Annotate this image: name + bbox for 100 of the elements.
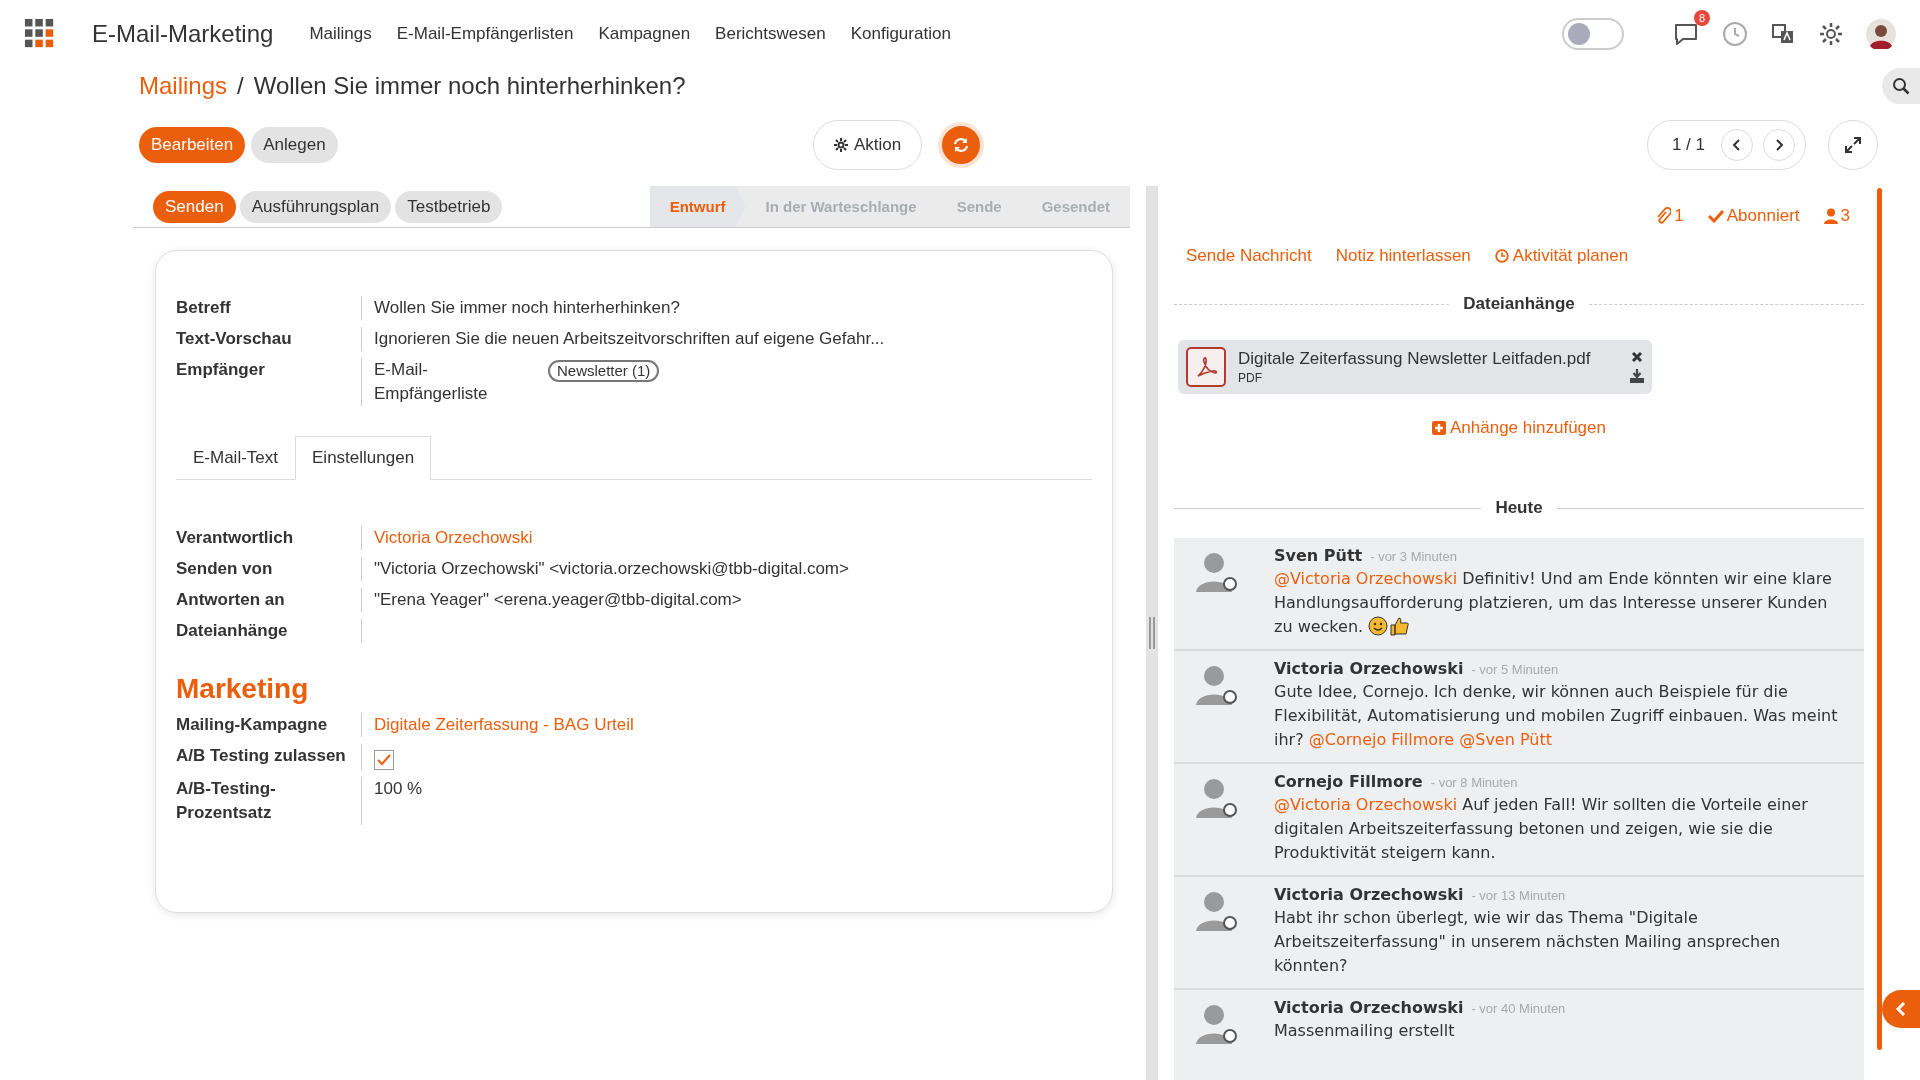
zoom-tab[interactable]	[1882, 68, 1920, 104]
status-button[interactable]: Ausführungsplan	[239, 190, 392, 223]
field-value: "Victoria Orzechowski" <victoria.orzechowski@tbb-digital.com>	[374, 558, 849, 580]
recipient-tag[interactable]: Newsletter (1)	[548, 360, 660, 382]
next-button[interactable]	[1763, 129, 1795, 161]
plus-icon	[1432, 421, 1446, 435]
field-value: "Erena Yeager" <erena.yeager@tbb-digital.com>	[374, 589, 742, 611]
menu-item[interactable]: E-Mail-Empfängerlisten	[396, 24, 574, 44]
create-button[interactable]: Anlegen	[251, 127, 338, 163]
clock-icon	[1494, 249, 1509, 263]
gear-icon	[834, 138, 848, 152]
close-icon[interactable]	[1631, 351, 1643, 363]
menu-item[interactable]: Mailings	[309, 24, 372, 44]
subscribe-toggle[interactable]: Abonniert	[1707, 206, 1800, 226]
follower-count[interactable]: 3	[1823, 206, 1850, 226]
field-link[interactable]: Digitale Zeiterfassung - BAG Urteil	[374, 713, 634, 737]
person-icon	[1823, 208, 1838, 224]
breadcrumb-separator: /	[237, 72, 244, 100]
apps-grid-icon[interactable]	[24, 18, 56, 50]
message-time: - vor 8 Minuten	[1430, 775, 1518, 790]
refresh-button[interactable]	[938, 122, 985, 168]
status-stage[interactable]: Entwurf	[649, 186, 746, 227]
pager-counter: 1 / 1	[1671, 135, 1705, 155]
field-label: Empfänger	[176, 358, 362, 406]
mention-link[interactable]: @Sven Pütt	[1459, 730, 1552, 749]
action-button[interactable]: Aktion	[813, 120, 923, 170]
field-value: E-Mail-Empfängerliste	[374, 359, 489, 405]
menu-item[interactable]: Konfiguration	[850, 24, 951, 44]
message-author: Victoria Orzechowski	[1274, 998, 1464, 1017]
expand-button[interactable]	[1828, 120, 1878, 170]
search-icon	[1892, 77, 1910, 95]
expand-icon	[1845, 137, 1861, 153]
breadcrumb-link[interactable]: Mailings	[139, 72, 228, 100]
chevron-left-icon	[1732, 139, 1742, 151]
message-author: Victoria Orzechowski	[1274, 659, 1464, 678]
chevron-left-icon	[1895, 1002, 1907, 1016]
status-stage[interactable]: Gesendet	[1021, 186, 1130, 227]
form-tab[interactable]: Einstellungen	[295, 436, 432, 480]
edit-button[interactable]: Bearbeiten	[139, 127, 246, 163]
message-text: Habt ihr schon überlegt, wie wir das Thema "Digitale Arbeitszeiterfassung" in unserem nächsten Mailing ansprechen könnten?	[1274, 907, 1782, 977]
status-button[interactable]: Testbetrieb	[395, 190, 503, 223]
chatter-action[interactable]: Notiz hinterlassen	[1335, 246, 1471, 266]
refresh-icon	[952, 136, 971, 154]
field-link[interactable]: Victoria Orzechowski	[374, 526, 533, 550]
field-value: Ignorieren Sie die neuen Arbeitszeitvorschriften auf eigene Gefahr...	[374, 328, 885, 350]
menu-item[interactable]: Kampagnen	[598, 24, 691, 44]
message-time: - vor 13 Minuten	[1471, 888, 1566, 903]
message-time: - vor 3 Minuten	[1370, 549, 1457, 564]
section-heading: Heute	[1495, 498, 1543, 518]
field-label: Text-Vorschau	[176, 327, 362, 351]
message-author: Sven Pütt	[1274, 546, 1363, 565]
attachment-count[interactable]: 1	[1655, 206, 1684, 226]
collapse-button[interactable]	[1882, 990, 1920, 1028]
menu-item[interactable]: Berichtswesen	[715, 24, 826, 44]
previous-button[interactable]	[1721, 129, 1753, 161]
message-time: - vor 5 Minuten	[1471, 662, 1559, 677]
settings-icon[interactable]	[1818, 21, 1844, 47]
message-author: Victoria Orzechowski	[1274, 885, 1464, 904]
field-value: Wollen Sie immer noch hinterherhinken?	[374, 297, 680, 319]
field-label: Betreff	[176, 296, 362, 320]
page-title: Wollen Sie immer noch hinterherhinken?	[253, 72, 686, 100]
section-heading: Marketing	[176, 673, 310, 705]
chatter-action[interactable]: Aktivität planen	[1494, 246, 1629, 266]
message-text: @Victoria Orzechowski Definitiv! Und am Ende könnten wir eine klare Handlungsaufforderung platzieren, um das Interesse unserer Kunden zu wecken.	[1274, 568, 1833, 638]
status-button[interactable]: Senden	[153, 190, 236, 223]
message-time: - vor 40 Minuten	[1471, 1001, 1566, 1016]
mention-link[interactable]: @Cornejo Fillmore	[1308, 730, 1455, 749]
smiley-icon	[1368, 616, 1389, 636]
app-title: E-Mail-Marketing	[92, 20, 274, 48]
message-author: Cornejo Fillmore	[1274, 772, 1423, 791]
notification-badge: 8	[1693, 10, 1710, 26]
status-stage[interactable]: In der Warteschlange	[745, 186, 937, 227]
chatter-action[interactable]: Sende Nachricht	[1186, 246, 1312, 266]
message-text: @Victoria Orzechowski Auf jeden Fall! Wir sollten die Vorteile einer digitalen Arbeitszeiterfassung betonen und zeigen, wie sie die Produktivität steigern kann.	[1274, 794, 1809, 864]
toggle-switch[interactable]	[1562, 18, 1624, 50]
scrollbar-thumb[interactable]	[1876, 188, 1882, 1050]
attachment-type: PDF	[1238, 371, 1263, 385]
field-label: Dateianhänge	[176, 619, 362, 643]
field-label: Mailing-Kampagne	[176, 713, 362, 737]
field-label: A/B Testing zulassen	[176, 744, 362, 770]
mention-link[interactable]: @Victoria Orzechowski	[1274, 569, 1458, 588]
attachment-card[interactable]: Digitale Zeiterfassung Newsletter Leitfaden.pdf PDF	[1178, 340, 1652, 394]
paperclip-icon	[1655, 207, 1672, 225]
section-heading: Dateianhänge	[1463, 294, 1575, 314]
thumbs-up-icon	[1389, 616, 1410, 636]
pdf-file-icon	[1186, 347, 1226, 387]
field-label: Antworten an	[176, 588, 362, 612]
download-icon[interactable]	[1630, 369, 1644, 383]
add-attachment-link[interactable]: Anhänge hinzufügen	[1432, 418, 1606, 438]
form-tab[interactable]: E-Mail-Text	[176, 436, 295, 480]
mention-link[interactable]: @Victoria Orzechowski	[1274, 795, 1458, 814]
field-label: A/B-Testing-Prozentsatz	[176, 777, 362, 825]
check-icon	[1707, 209, 1724, 223]
user-avatar-icon[interactable]	[1866, 19, 1896, 49]
status-stage[interactable]: Sende	[936, 186, 1022, 227]
message-text: Massenmailing erstellt	[1274, 1020, 1456, 1042]
message-text: Gute Idee, Cornejo. Ich denke, wir können auch Beispiele für die Flexibilität, Automatisierung und mobilen Zugriff einbauen. Was meint ihr? @Cornejo Fillmore @Sven Pütt	[1274, 681, 1839, 751]
checkbox[interactable]	[374, 750, 394, 770]
chevron-right-icon	[1774, 139, 1784, 151]
field-value: 100 %	[374, 778, 423, 800]
